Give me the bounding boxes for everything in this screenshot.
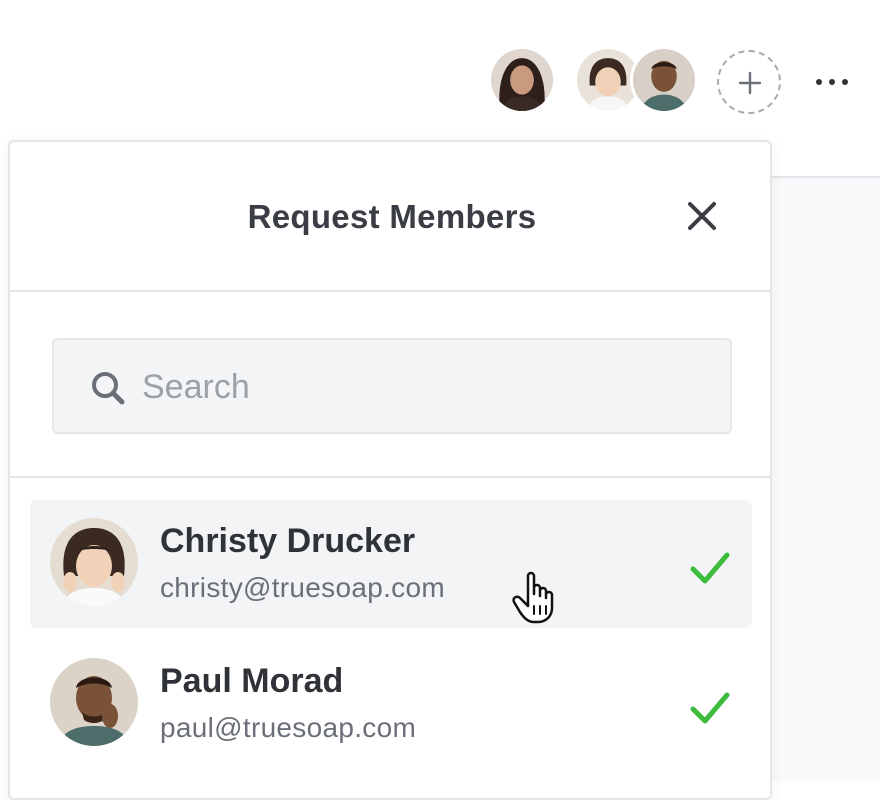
member-row[interactable]: Christy Drucker christy@truesoap.com	[30, 500, 752, 628]
member-name: Paul Morad	[160, 662, 344, 700]
person-icon	[50, 518, 138, 606]
workspace-background	[772, 178, 880, 781]
more-horizontal-icon	[842, 79, 848, 85]
member-email: christy@truesoap.com	[160, 572, 445, 603]
more-options-button[interactable]	[808, 62, 860, 102]
avatar	[50, 658, 138, 746]
person-icon	[633, 49, 695, 111]
more-horizontal-icon	[816, 79, 822, 85]
member-email: paul@truesoap.com	[160, 712, 417, 743]
check-icon	[686, 544, 734, 592]
avatar	[50, 518, 138, 606]
search-divider	[10, 476, 770, 478]
panel-title: Request Members	[247, 198, 537, 235]
close-icon	[688, 202, 716, 230]
add-member-button[interactable]	[717, 50, 781, 114]
plus-icon	[738, 71, 762, 95]
close-button[interactable]	[682, 196, 722, 236]
collaborator-avatar-1[interactable]	[488, 46, 556, 114]
request-members-panel: Request Members Christy Drucker chri	[8, 140, 772, 800]
header-divider	[10, 290, 770, 292]
check-icon	[686, 684, 734, 732]
search-icon	[92, 372, 125, 405]
person-icon	[50, 658, 138, 746]
more-horizontal-icon	[829, 79, 835, 85]
search-input[interactable]	[140, 362, 704, 412]
member-row[interactable]: Paul Morad paul@truesoap.com	[30, 640, 752, 768]
hand-cursor-icon	[508, 568, 566, 626]
person-icon	[491, 49, 553, 111]
member-name: Christy Drucker	[160, 522, 416, 560]
collaborator-avatar-3[interactable]	[630, 46, 698, 114]
search-box[interactable]	[52, 338, 732, 434]
